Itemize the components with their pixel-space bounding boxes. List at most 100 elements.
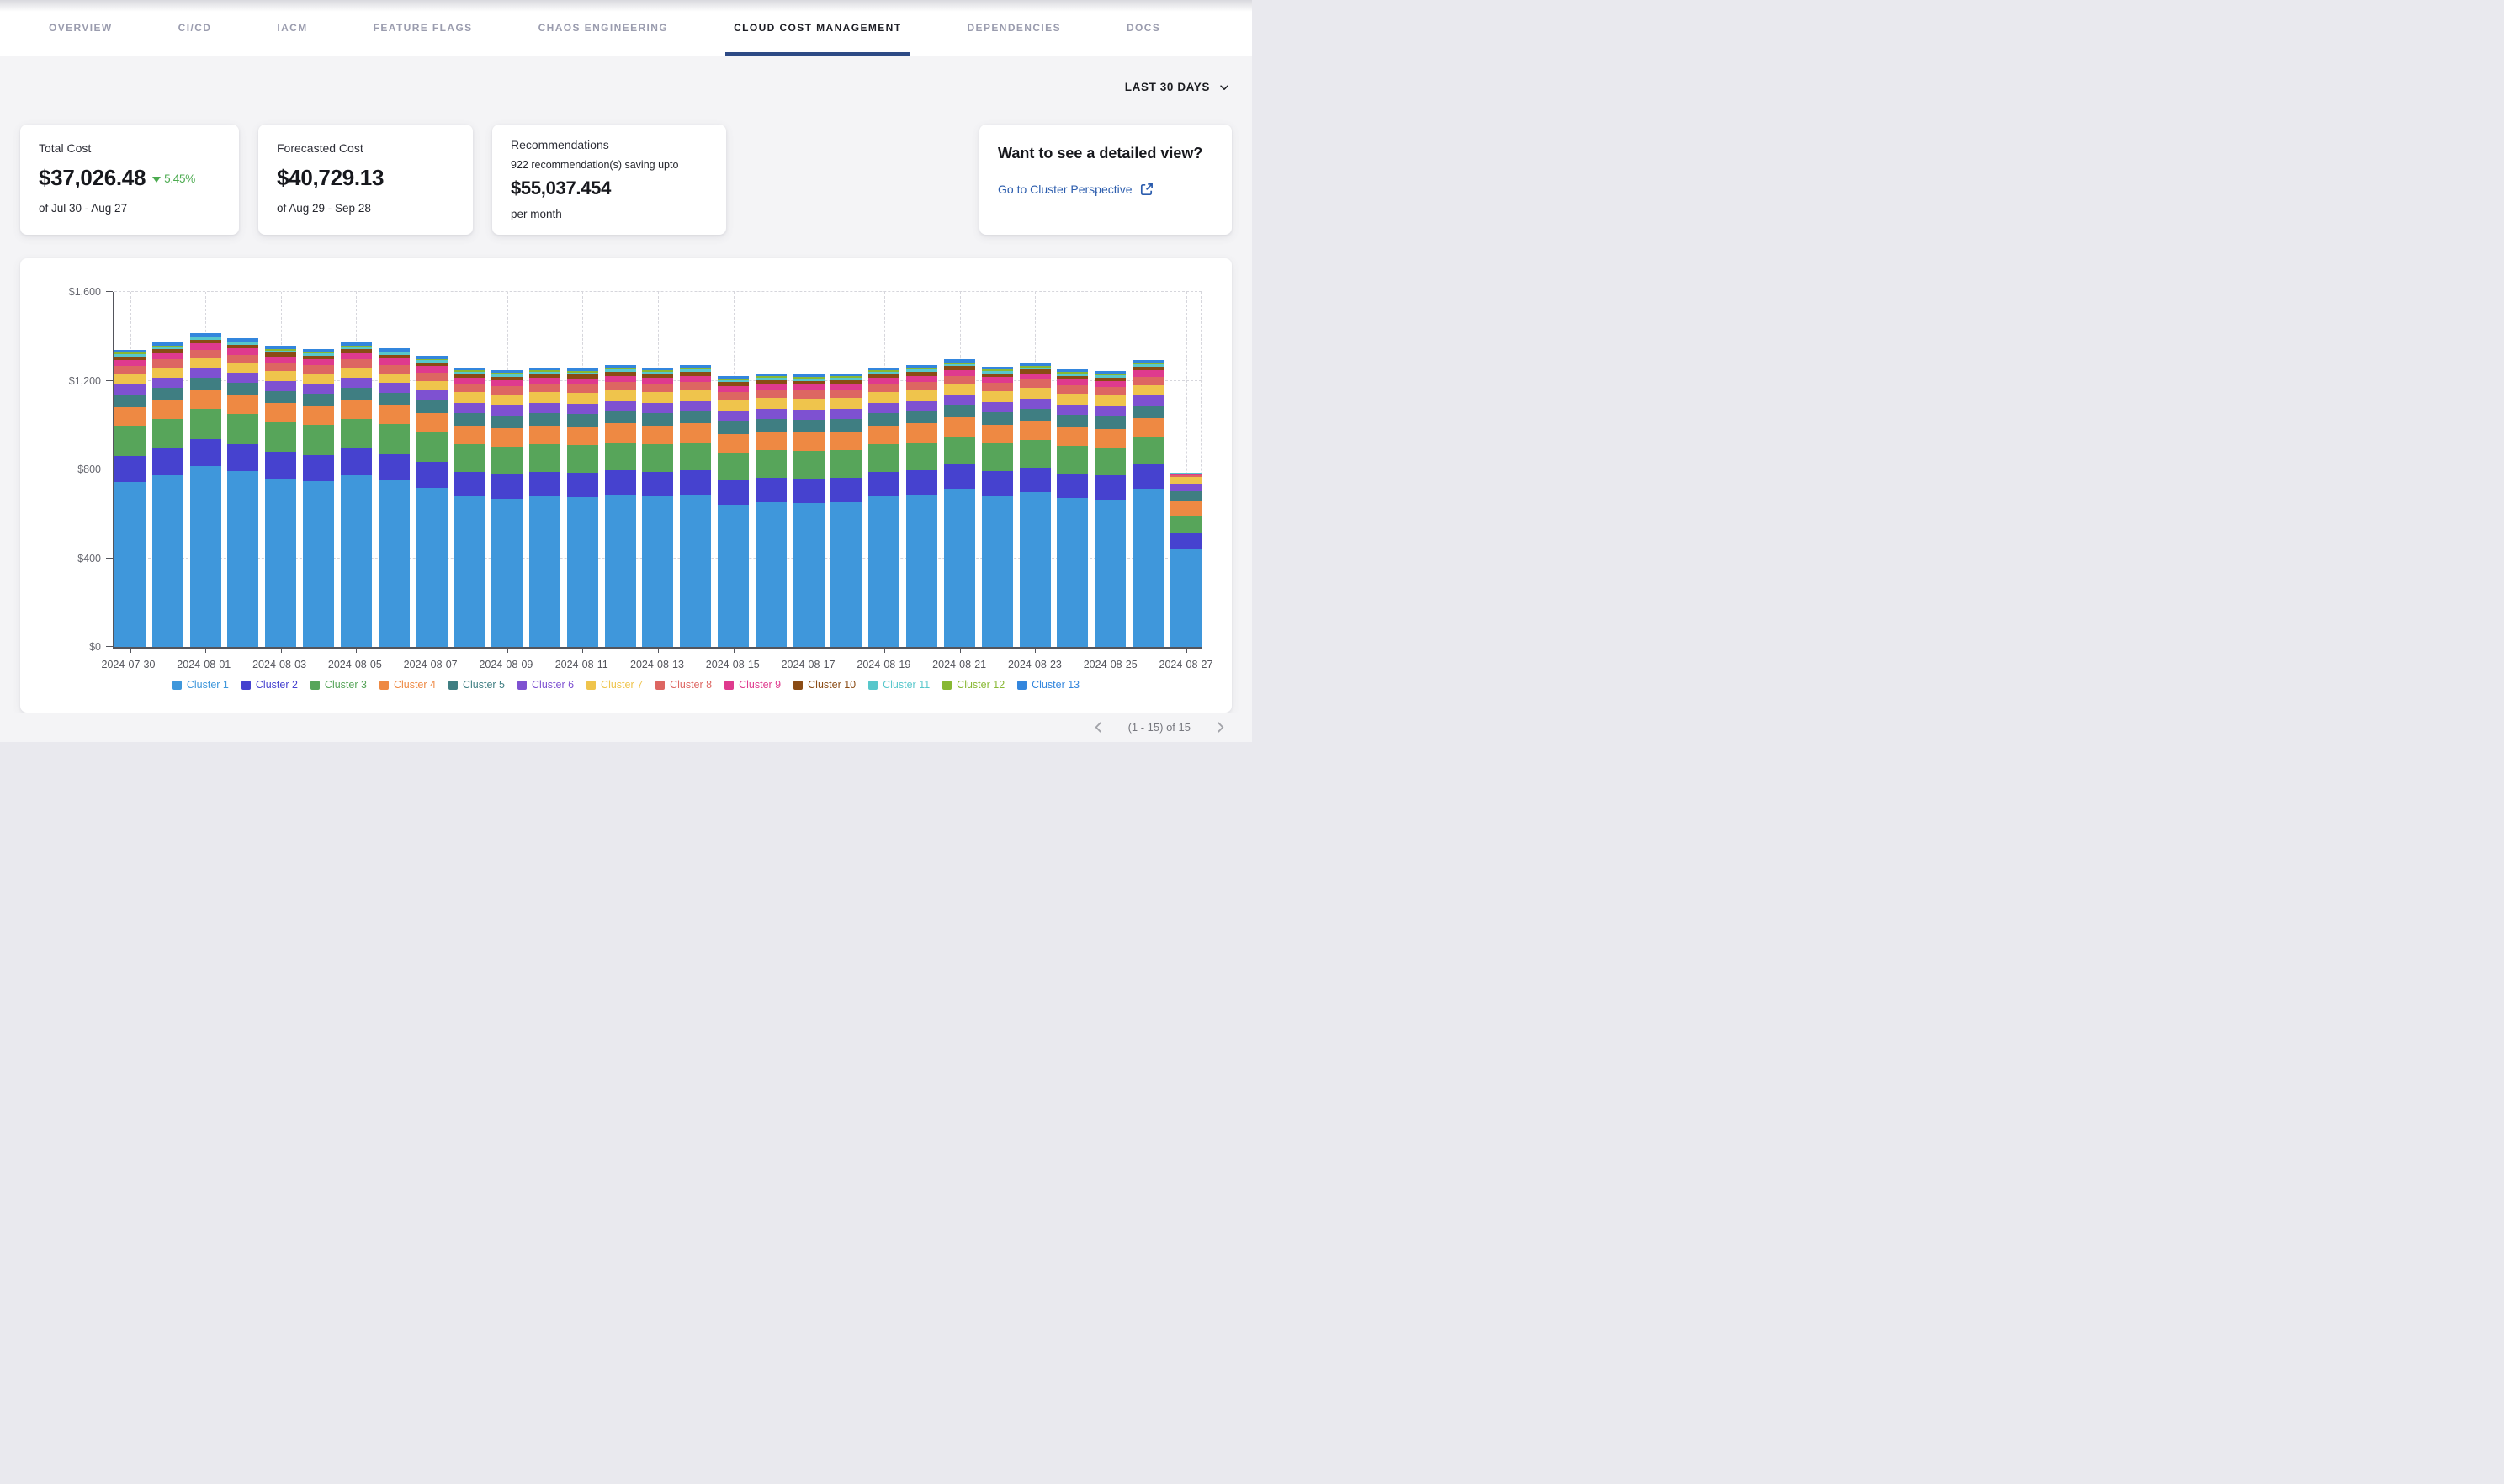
bar-segment-cluster-3[interactable] [114, 426, 146, 456]
bar-segment-cluster-1[interactable] [830, 502, 862, 647]
bar-segment-cluster-5[interactable] [379, 393, 410, 405]
bar-segment-cluster-3[interactable] [454, 444, 485, 472]
bar-segment-cluster-5[interactable] [642, 413, 673, 426]
bar-segment-cluster-4[interactable] [680, 423, 711, 442]
bar-segment-cluster-9[interactable] [567, 379, 598, 384]
tab-dependencies[interactable]: DEPENDENCIES [958, 0, 1069, 56]
bar-segment-cluster-7[interactable] [1133, 385, 1164, 396]
bar-segment-cluster-3[interactable] [1020, 440, 1051, 468]
bar-segment-cluster-9[interactable] [190, 343, 221, 349]
bar-segment-cluster-1[interactable] [227, 471, 258, 647]
bar-segment-cluster-1[interactable] [454, 496, 485, 647]
bar-segment-cluster-6[interactable] [227, 373, 258, 383]
bar-segment-cluster-3[interactable] [379, 424, 410, 454]
bar-segment-cluster-9[interactable] [341, 353, 372, 359]
bar-segment-cluster-9[interactable] [868, 378, 899, 384]
legend-item-cluster-5[interactable]: Cluster 5 [448, 679, 505, 691]
bar-segment-cluster-3[interactable] [227, 414, 258, 444]
bar-segment-cluster-9[interactable] [265, 357, 296, 363]
bar-segment-cluster-8[interactable] [416, 373, 448, 381]
bar-segment-cluster-5[interactable] [265, 391, 296, 404]
bar-segment-cluster-7[interactable] [906, 390, 937, 401]
bar-segment-cluster-7[interactable] [491, 395, 523, 405]
bar-segment-cluster-6[interactable] [454, 403, 485, 413]
bar-segment-cluster-1[interactable] [756, 502, 787, 647]
tab-docs[interactable]: DOCS [1118, 0, 1169, 56]
bar-segment-cluster-5[interactable] [1170, 491, 1202, 501]
bar-segment-cluster-6[interactable] [680, 401, 711, 411]
bar-segment-cluster-2[interactable] [718, 480, 749, 505]
bar-segment-cluster-2[interactable] [1057, 474, 1088, 498]
bar-segment-cluster-7[interactable] [642, 392, 673, 403]
bar-segment-cluster-8[interactable] [114, 366, 146, 374]
bar-segment-cluster-2[interactable] [265, 452, 296, 479]
bar-segment-cluster-8[interactable] [868, 384, 899, 392]
bar-segment-cluster-5[interactable] [718, 421, 749, 434]
bar-segment-cluster-5[interactable] [756, 419, 787, 432]
bar-segment-cluster-4[interactable] [1057, 427, 1088, 446]
tab-feature-flags[interactable]: FEATURE FLAGS [365, 0, 481, 56]
bar-segment-cluster-1[interactable] [529, 496, 560, 647]
bar-segment-cluster-2[interactable] [642, 472, 673, 496]
bar-segment-cluster-5[interactable] [529, 413, 560, 426]
bar-segment-cluster-4[interactable] [1170, 501, 1202, 516]
bar-segment-cluster-7[interactable] [1170, 477, 1202, 484]
bar-segment-cluster-4[interactable] [114, 407, 146, 426]
bar-segment-cluster-4[interactable] [830, 432, 862, 450]
bar-segment-cluster-5[interactable] [114, 395, 146, 407]
bar-segment-cluster-7[interactable] [1095, 395, 1126, 406]
bar-segment-cluster-9[interactable] [114, 360, 146, 366]
bar-segment-cluster-7[interactable] [982, 391, 1013, 402]
bar-segment-cluster-4[interactable] [793, 432, 825, 451]
bar-segment-cluster-5[interactable] [680, 411, 711, 424]
bar-segment-cluster-8[interactable] [152, 359, 183, 368]
tab-chaos-engineering[interactable]: CHAOS ENGINEERING [530, 0, 676, 56]
bar-segment-cluster-7[interactable] [680, 390, 711, 401]
bar-segment-cluster-3[interactable] [718, 453, 749, 480]
bar-segment-cluster-3[interactable] [642, 444, 673, 472]
bar-segment-cluster-7[interactable] [718, 400, 749, 411]
legend-item-cluster-4[interactable]: Cluster 4 [379, 679, 436, 691]
bar-segment-cluster-3[interactable] [265, 422, 296, 453]
bar-segment-cluster-6[interactable] [1020, 399, 1051, 409]
bar-segment-cluster-8[interactable] [605, 382, 636, 390]
bar-segment-cluster-7[interactable] [454, 392, 485, 403]
bar-segment-cluster-4[interactable] [605, 423, 636, 442]
bar-segment-cluster-2[interactable] [227, 444, 258, 471]
bar-segment-cluster-2[interactable] [680, 470, 711, 495]
bar-segment-cluster-3[interactable] [152, 419, 183, 449]
bar-segment-cluster-1[interactable] [1133, 489, 1164, 647]
bar-segment-cluster-4[interactable] [416, 413, 448, 432]
bar-segment-cluster-8[interactable] [756, 390, 787, 398]
bar-segment-cluster-5[interactable] [567, 414, 598, 427]
bar-segment-cluster-7[interactable] [265, 371, 296, 381]
bar-segment-cluster-2[interactable] [605, 470, 636, 495]
legend-item-cluster-10[interactable]: Cluster 10 [793, 679, 856, 691]
bar-segment-cluster-2[interactable] [416, 462, 448, 489]
bar-segment-cluster-6[interactable] [379, 383, 410, 393]
bar-segment-cluster-6[interactable] [944, 395, 975, 405]
bar-segment-cluster-4[interactable] [756, 432, 787, 450]
bar-segment-cluster-8[interactable] [982, 383, 1013, 391]
bar-segment-cluster-4[interactable] [190, 390, 221, 409]
bar-segment-cluster-1[interactable] [982, 496, 1013, 647]
bar-segment-cluster-1[interactable] [944, 489, 975, 647]
bar-segment-cluster-6[interactable] [793, 410, 825, 420]
bar-segment-cluster-9[interactable] [944, 370, 975, 376]
bar-segment-cluster-9[interactable] [642, 378, 673, 384]
bar-segment-cluster-2[interactable] [190, 439, 221, 466]
bar-segment-cluster-3[interactable] [793, 451, 825, 479]
bar-segment-cluster-8[interactable] [491, 386, 523, 395]
bar-segment-cluster-1[interactable] [680, 495, 711, 647]
tab-cloud-cost-management[interactable]: CLOUD COST MANAGEMENT [725, 0, 910, 56]
legend-item-cluster-13[interactable]: Cluster 13 [1017, 679, 1080, 691]
bar-segment-cluster-7[interactable] [227, 363, 258, 374]
bar-segment-cluster-7[interactable] [529, 392, 560, 403]
legend-item-cluster-2[interactable]: Cluster 2 [241, 679, 298, 691]
bar-segment-cluster-1[interactable] [567, 497, 598, 647]
bar-segment-cluster-5[interactable] [1057, 415, 1088, 427]
bar-segment-cluster-3[interactable] [906, 443, 937, 470]
legend-item-cluster-3[interactable]: Cluster 3 [310, 679, 367, 691]
bar-segment-cluster-8[interactable] [906, 382, 937, 390]
bar-segment-cluster-4[interactable] [303, 406, 334, 425]
